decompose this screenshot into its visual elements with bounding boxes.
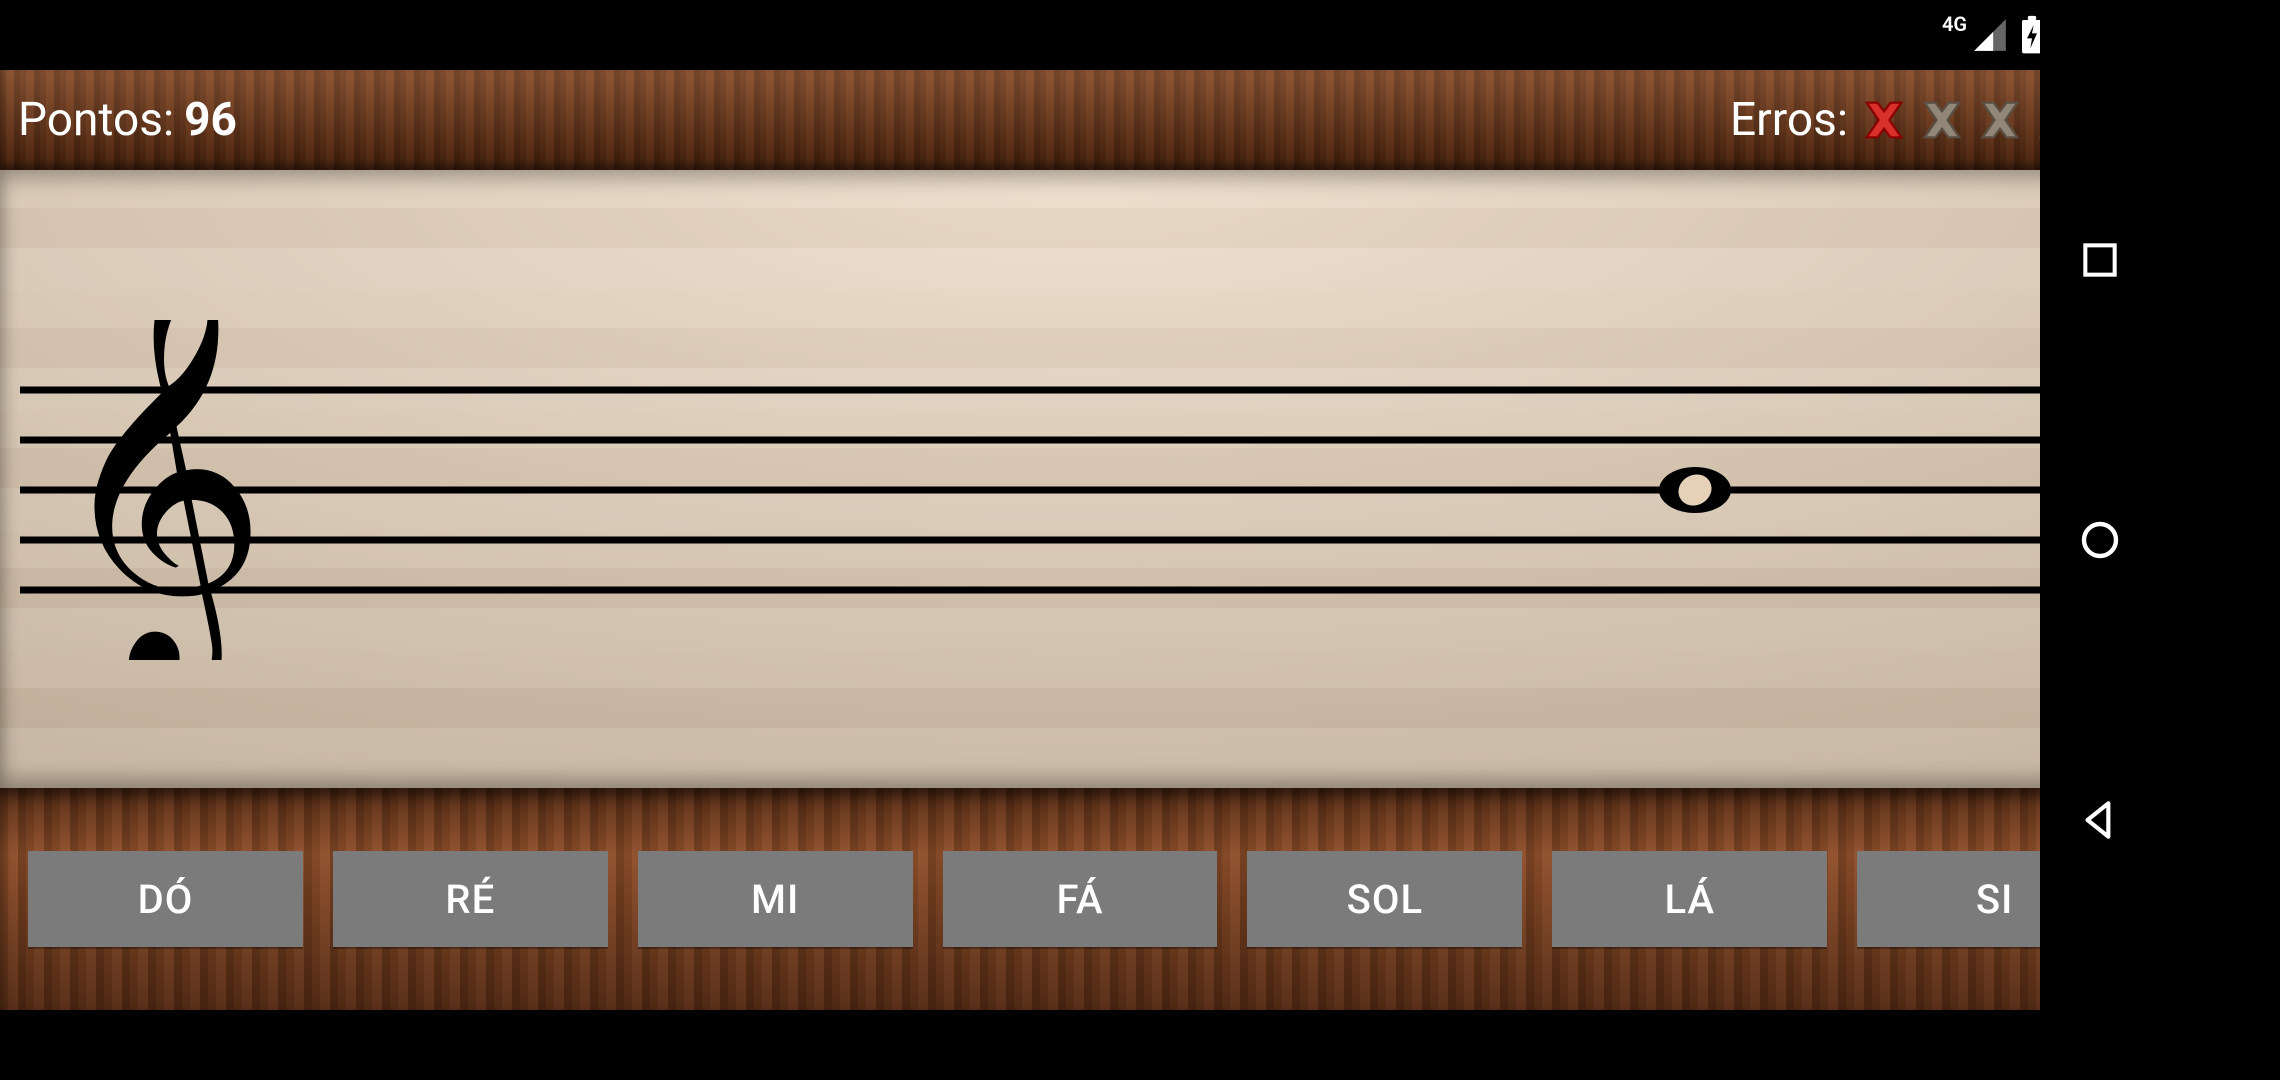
score-label: Pontos: [18,93,174,147]
note-button-la[interactable]: LÁ [1552,851,1827,947]
staff-panel: 𝄞 [0,170,2160,788]
whole-note-icon [1659,467,1731,513]
treble-clef-icon: 𝄞 [50,320,269,660]
note-button-fa[interactable]: FÁ [943,851,1218,947]
signal-icon [1971,16,2009,54]
note-button-bar: DÓRÉMIFÁSOLLÁSI [0,788,2160,1010]
error-x-inactive-icon [1916,94,1968,146]
error-x-inactive-icon [1974,94,2026,146]
device-chin [0,1010,2160,1080]
nav-recent-apps-button[interactable] [2072,232,2128,288]
note-button-sol[interactable]: SOL [1247,851,1522,947]
svg-text:𝄞: 𝄞 [50,320,269,660]
score-bar: Pontos: 96 Erros: [0,70,2160,170]
note-button-mi[interactable]: MI [638,851,913,947]
note-button-do[interactable]: DÓ [28,851,303,947]
error-x-active-icon [1858,94,1910,146]
music-staff: 𝄞 [0,320,2160,660]
network-type-label: 4G [1942,12,1967,36]
game-area: Pontos: 96 Erros: [0,70,2160,1010]
score-display: Pontos: 96 [18,93,237,147]
status-bar: 4G 6:06 [0,0,2160,70]
score-value: 96 [184,93,237,147]
note-button-re[interactable]: RÉ [333,851,608,947]
nav-back-button[interactable] [2072,792,2128,848]
android-nav-bar [2040,0,2160,1080]
errors-label: Erros: [1730,93,1848,147]
nav-home-button[interactable] [2072,512,2128,568]
